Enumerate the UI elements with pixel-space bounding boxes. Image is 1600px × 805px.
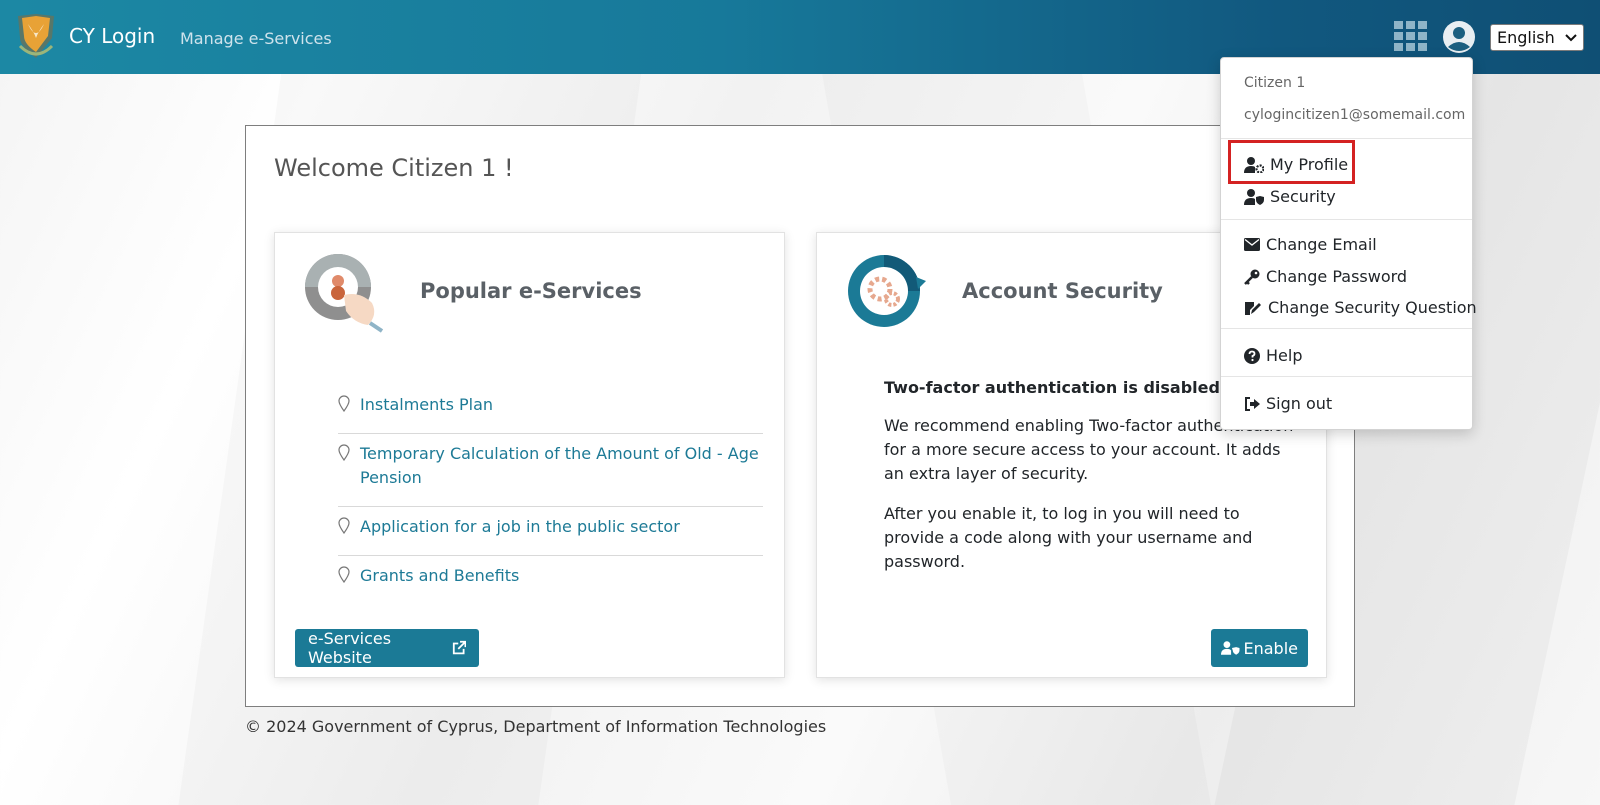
- menu-divider: [1221, 376, 1472, 377]
- list-item: Instalments Plan: [338, 385, 763, 434]
- question-circle-icon: [1244, 347, 1260, 364]
- eservice-link-old-age-pension[interactable]: Temporary Calculation of the Amount of O…: [360, 442, 763, 490]
- external-link-icon: [452, 640, 466, 655]
- change-security-question-label: Change Security Question: [1268, 298, 1477, 317]
- menu-divider: [1221, 138, 1472, 139]
- user-shield-icon: [1244, 188, 1264, 205]
- chevron-down-icon: [1565, 33, 1577, 41]
- enable-two-factor-button[interactable]: Enable: [1211, 629, 1308, 667]
- eservices-website-button[interactable]: e-Services Website: [295, 629, 479, 667]
- sign-out-icon: [1245, 396, 1260, 411]
- list-item: Application for a job in the public sect…: [338, 507, 763, 556]
- menu-item-sign-out[interactable]: Sign out: [1244, 394, 1332, 413]
- change-email-label: Change Email: [1266, 235, 1377, 254]
- menu-item-change-security-question[interactable]: Change Security Question: [1244, 298, 1477, 317]
- sign-out-label: Sign out: [1266, 394, 1333, 413]
- footer-copyright: © 2024 Government of Cyprus, Department …: [245, 717, 827, 736]
- main-container: Welcome Citizen 1 ! Popular e-Services I…: [245, 125, 1355, 707]
- menu-item-security[interactable]: Security: [1244, 187, 1336, 206]
- map-pin-icon: [338, 395, 350, 412]
- eservice-link-grants-benefits[interactable]: Grants and Benefits: [360, 564, 763, 588]
- map-pin-icon: [338, 444, 350, 461]
- user-display-name: Citizen 1: [1244, 75, 1306, 91]
- account-security-gears-icon: [848, 255, 926, 327]
- popular-eservices-panel: Popular e-Services Instalments Plan Temp…: [274, 232, 785, 678]
- two-factor-explanation: After you enable it, to log in you will …: [884, 504, 1253, 571]
- map-pin-icon: [338, 566, 350, 583]
- edit-document-icon: [1245, 301, 1261, 315]
- list-item: Grants and Benefits: [338, 556, 763, 605]
- eservice-link-public-sector-job[interactable]: Application for a job in the public sect…: [360, 515, 763, 539]
- user-email: cylogincitizen1@somemail.com: [1244, 107, 1466, 123]
- menu-item-help[interactable]: Help: [1244, 346, 1302, 365]
- list-item: Temporary Calculation of the Amount of O…: [338, 434, 763, 507]
- user-shield-icon: [1221, 641, 1240, 655]
- help-label: Help: [1266, 346, 1303, 365]
- my-profile-label: My Profile: [1270, 155, 1349, 174]
- welcome-heading: Welcome Citizen 1 !: [274, 154, 514, 182]
- menu-divider: [1221, 219, 1472, 220]
- cyprus-emblem-logo[interactable]: [14, 12, 58, 60]
- popular-eservices-list: Instalments Plan Temporary Calculation o…: [338, 385, 763, 605]
- brand-title[interactable]: CY Login: [69, 24, 155, 48]
- popular-eservices-title: Popular e-Services: [420, 279, 642, 303]
- envelope-icon: [1244, 238, 1260, 251]
- user-account-icon[interactable]: [1442, 20, 1476, 54]
- eservice-link-instalments-plan[interactable]: Instalments Plan: [360, 393, 763, 417]
- key-icon: [1244, 269, 1260, 285]
- user-dropdown-menu: Citizen 1 cylogincitizen1@somemail.com M…: [1220, 57, 1477, 430]
- apps-grid-icon[interactable]: [1394, 21, 1428, 51]
- menu-divider: [1221, 328, 1472, 329]
- menu-item-change-password[interactable]: Change Password: [1244, 267, 1407, 286]
- change-password-label: Change Password: [1266, 267, 1408, 286]
- language-select[interactable]: English: [1490, 24, 1584, 51]
- map-pin-icon: [338, 517, 350, 534]
- language-selected-value: English: [1497, 28, 1555, 47]
- menu-item-my-profile[interactable]: My Profile: [1244, 155, 1348, 174]
- manage-eservices-link[interactable]: Manage e-Services: [180, 29, 332, 48]
- menu-item-change-email[interactable]: Change Email: [1244, 235, 1377, 254]
- enable-label: Enable: [1243, 638, 1299, 658]
- popular-eservices-illustration-icon: [305, 254, 384, 333]
- eservices-website-label: e-Services Website: [308, 629, 392, 667]
- user-cog-icon: [1244, 156, 1264, 173]
- security-label: Security: [1270, 187, 1336, 206]
- account-security-title: Account Security: [962, 279, 1163, 303]
